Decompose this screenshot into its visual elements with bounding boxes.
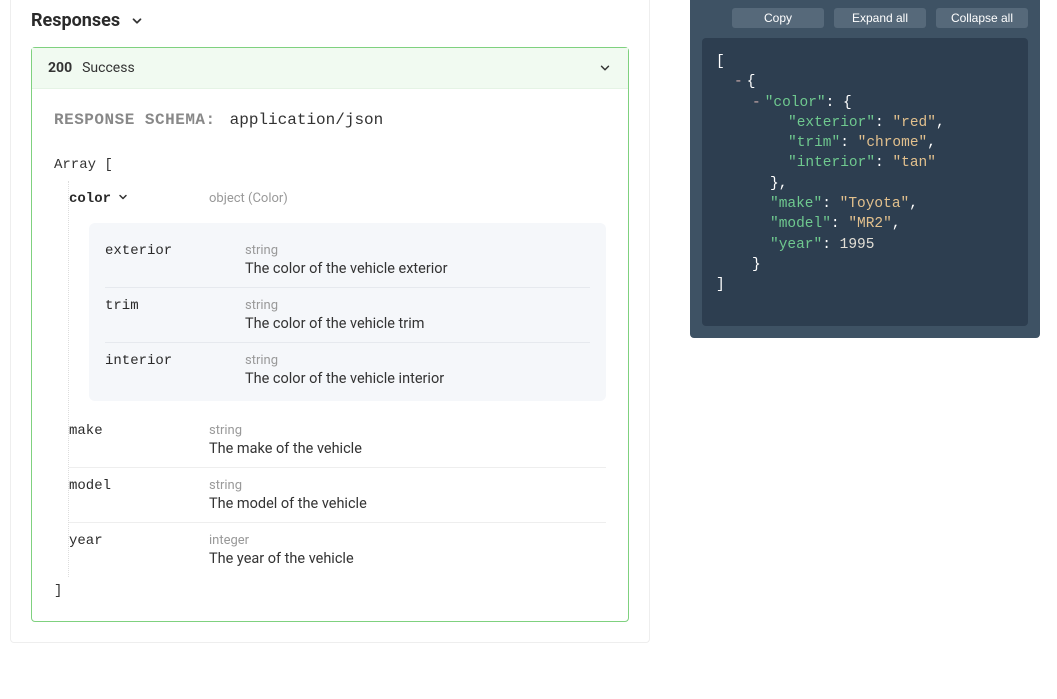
property-desc-model: The model of the vehicle <box>209 495 606 512</box>
status-code: 200 <box>48 60 72 76</box>
json-key: exterior <box>797 115 867 131</box>
property-name-interior: interior <box>105 353 172 369</box>
json-value: red <box>901 115 927 131</box>
property-type-model: string <box>209 478 606 493</box>
property-make: make string The make of the vehicle <box>69 413 606 468</box>
json-value: chrome <box>866 135 918 151</box>
property-name-make: make <box>69 423 103 439</box>
json-key: trim <box>797 135 832 151</box>
json-key: interior <box>797 155 867 171</box>
copy-button[interactable]: Copy <box>732 8 824 28</box>
property-name-trim: trim <box>105 298 139 314</box>
property-year: year integer The year of the vehicle <box>69 523 606 577</box>
json-key: color <box>773 95 817 111</box>
property-model: model string The model of the vehicle <box>69 468 606 523</box>
json-punct: { <box>747 74 756 90</box>
json-key: model <box>779 216 823 232</box>
property-name-color: color <box>69 191 111 207</box>
array-close-label: ] <box>54 583 606 599</box>
responses-title: Responses <box>31 10 120 31</box>
json-punct: [ <box>716 54 725 70</box>
schema-content-type: application/json <box>230 111 384 129</box>
color-children: exterior string The color of the vehicle… <box>89 223 606 401</box>
property-desc-trim: The color of the vehicle trim <box>245 315 590 332</box>
json-key: year <box>779 237 814 253</box>
array-open-label: Array [ <box>54 157 606 173</box>
property-type-interior: string <box>245 353 590 368</box>
property-desc-make: The make of the vehicle <box>209 440 606 457</box>
property-name-year: year <box>69 533 103 549</box>
responses-section: Responses 200 Success RESPONSE SCHEMA: a… <box>10 0 650 643</box>
json-value: MR2 <box>857 216 883 232</box>
chevron-down-icon <box>598 61 612 75</box>
property-desc-exterior: The color of the vehicle exterior <box>245 260 590 277</box>
property-type-year: integer <box>209 533 606 548</box>
schema-label: RESPONSE SCHEMA: <box>54 111 216 129</box>
chevron-down-icon <box>130 14 144 28</box>
property-desc-interior: The color of the vehicle interior <box>245 370 590 387</box>
property-interior: interior string The color of the vehicle… <box>105 343 590 397</box>
response-200-header[interactable]: 200 Success <box>32 48 628 89</box>
property-name-model: model <box>69 478 111 494</box>
property-trim: trim string The color of the vehicle tri… <box>105 288 590 343</box>
json-value: tan <box>901 155 927 171</box>
collapse-toggle[interactable]: - <box>752 95 761 111</box>
response-200-panel: 200 Success RESPONSE SCHEMA: application… <box>31 47 629 622</box>
json-key: make <box>779 196 814 212</box>
property-type-make: string <box>209 423 606 438</box>
property-desc-year: The year of the vehicle <box>209 550 606 567</box>
property-type-exterior: string <box>245 243 590 258</box>
property-color[interactable]: color object (Color) <box>69 181 606 217</box>
property-type-color: object (Color) <box>209 191 606 206</box>
responses-heading[interactable]: Responses <box>31 10 629 31</box>
json-value: Toyota <box>848 196 900 212</box>
status-text: Success <box>82 60 135 76</box>
json-viewer: [ -{ -"color": { "exterior": "red", "tri… <box>702 38 1028 326</box>
expand-all-button[interactable]: Expand all <box>834 8 926 28</box>
property-exterior: exterior string The color of the vehicle… <box>105 233 590 288</box>
json-value: 1995 <box>840 237 875 253</box>
collapse-toggle[interactable]: - <box>734 74 743 90</box>
property-type-trim: string <box>245 298 590 313</box>
chevron-down-icon <box>117 191 129 203</box>
collapse-all-button[interactable]: Collapse all <box>936 8 1028 28</box>
property-name-exterior: exterior <box>105 243 172 259</box>
example-panel: Copy Expand all Collapse all [ -{ -"colo… <box>690 0 1040 338</box>
response-body: RESPONSE SCHEMA: application/json Array … <box>32 89 628 621</box>
